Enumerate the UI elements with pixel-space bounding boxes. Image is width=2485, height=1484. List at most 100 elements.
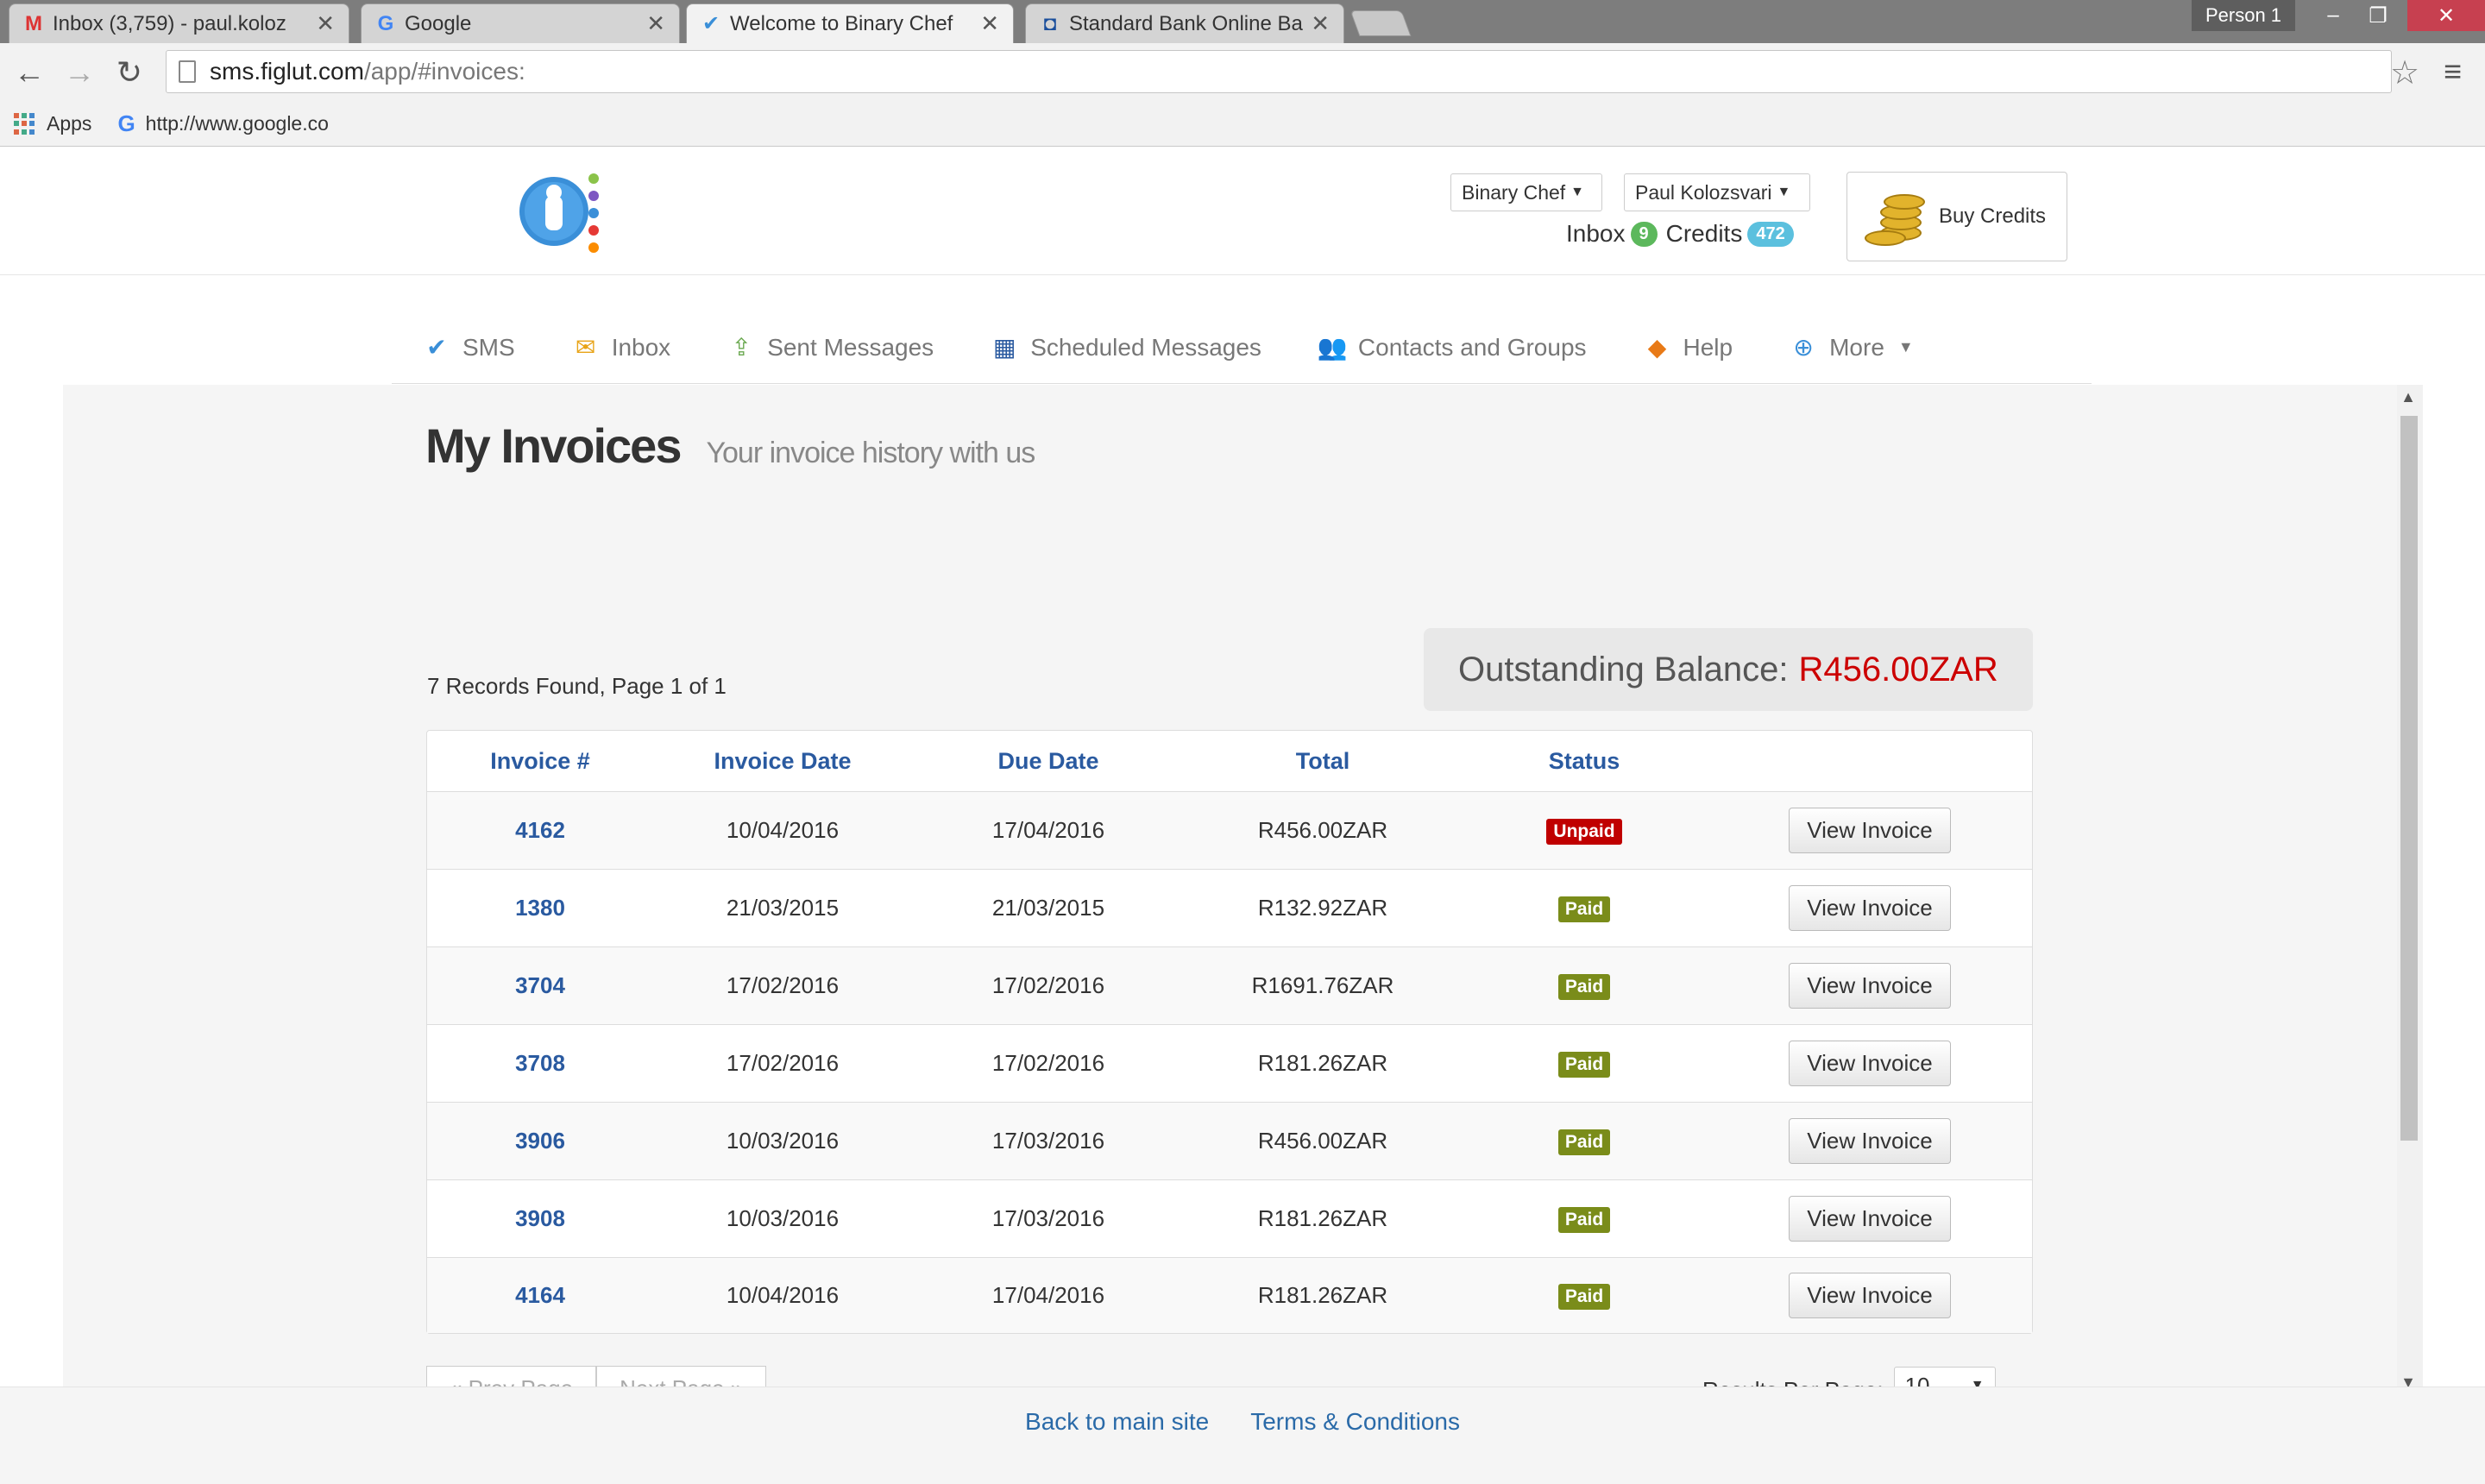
back-to-main-site-link[interactable]: Back to main site (1025, 1408, 1209, 1484)
tab-title: Google (405, 11, 472, 35)
close-icon[interactable]: ✕ (980, 10, 999, 37)
tab-gmail[interactable]: M Inbox (3,759) - paul.koloz ✕ (9, 3, 349, 43)
scrollbar[interactable]: ▲ ▼ (2397, 385, 2423, 1393)
invoice-number-link[interactable]: 3908 (515, 1205, 565, 1231)
view-invoice-button[interactable]: View Invoice (1789, 1118, 1951, 1164)
invoice-number-link[interactable]: 3704 (515, 972, 565, 998)
invoice-number-link[interactable]: 1380 (515, 895, 565, 921)
new-tab-button[interactable] (1349, 10, 1412, 36)
bookmark-label: Apps (47, 112, 92, 135)
column-header[interactable]: Status (1461, 748, 1708, 775)
user-dropdown-label: Paul Kolozsvari (1635, 180, 1772, 204)
view-invoice-button[interactable]: View Invoice (1789, 1196, 1951, 1242)
invoice-number-link[interactable]: 3906 (515, 1128, 565, 1154)
nav-help[interactable]: ◆ Help (1640, 332, 1733, 363)
tab-title: Welcome to Binary Chef (730, 11, 953, 35)
balance-amount: R456.00ZAR (1798, 650, 1998, 689)
browser-tab-bar: M Inbox (3,759) - paul.koloz ✕ G Google … (0, 0, 2485, 43)
nav-label: Help (1683, 333, 1733, 361)
invoice-date: 17/02/2016 (726, 972, 840, 998)
url-host: sms.figlut.com (210, 58, 364, 85)
close-icon[interactable]: ✕ (646, 10, 665, 37)
back-arrow-icon[interactable]: ← (10, 53, 48, 91)
figlut-logo[interactable] (518, 170, 604, 256)
inbox-link[interactable]: Inbox (1566, 220, 1626, 248)
view-invoice-button[interactable]: View Invoice (1789, 1041, 1951, 1086)
invoice-date: 10/04/2016 (726, 817, 840, 843)
google-icon: G (377, 11, 394, 35)
tab-standard-bank[interactable]: ◘ Standard Bank Online Ban ✕ (1025, 3, 1344, 43)
table-header: Invoice # Invoice Date Due Date Total St… (427, 731, 2032, 791)
nav-more[interactable]: ⊕ More ▼ (1786, 332, 1914, 363)
nav-contacts-groups[interactable]: 👥 Contacts and Groups (1315, 332, 1587, 363)
table-row: 3906 10/03/2016 17/03/2016 R456.00ZAR Pa… (427, 1102, 2032, 1179)
buy-credits-button[interactable]: Buy Credits (1846, 172, 2067, 261)
tab-google[interactable]: G Google ✕ (361, 3, 680, 43)
nav-sent-messages[interactable]: ⇪ Sent Messages (724, 332, 934, 363)
column-header[interactable]: Total (1185, 748, 1461, 775)
bookmark-star-icon[interactable]: ☆ (2390, 53, 2419, 92)
google-icon: G (117, 110, 135, 136)
invoice-total: R181.26ZAR (1257, 1282, 1388, 1308)
restore-icon[interactable]: ❐ (2354, 0, 2402, 31)
due-date: 17/02/2016 (991, 1050, 1105, 1076)
tab-title: Standard Bank Online Ban (1069, 11, 1305, 35)
help-tag-icon: ◆ (1647, 334, 1667, 361)
terms-conditions-link[interactable]: Terms & Conditions (1250, 1408, 1460, 1484)
envelope-icon: ✉ (575, 334, 596, 361)
invoice-number-link[interactable]: 3708 (515, 1050, 565, 1076)
nav-sms[interactable]: ✔ SMS (392, 332, 514, 363)
due-date: 21/03/2015 (991, 895, 1105, 921)
caret-down-icon: ▼ (1570, 185, 1585, 199)
view-invoice-button[interactable]: View Invoice (1789, 885, 1951, 931)
scrollbar-thumb[interactable] (2400, 416, 2418, 1141)
inbox-credits: Inbox 9 Credits 472 (1566, 220, 1802, 248)
address-bar[interactable]: sms.figlut.com/app/#invoices: (166, 50, 2392, 93)
reload-icon[interactable]: ↻ (110, 53, 148, 91)
forward-arrow-icon[interactable]: → (60, 53, 98, 91)
due-date: 17/03/2016 (991, 1128, 1105, 1154)
close-icon[interactable]: ✕ (1311, 10, 1330, 37)
close-icon[interactable]: ✕ (316, 10, 335, 37)
hamburger-menu-icon[interactable]: ≡ (2444, 53, 2462, 90)
minimize-icon[interactable]: – (2309, 0, 2357, 31)
account-dropdown[interactable]: Binary Chef ▼ (1450, 173, 1602, 211)
column-header[interactable]: Due Date (912, 748, 1185, 775)
buy-credits-label: Buy Credits (1939, 204, 2047, 228)
tab-binary-chef[interactable]: ✔ Welcome to Binary Chef ✕ (686, 3, 1014, 43)
invoice-number-link[interactable]: 4164 (515, 1282, 565, 1308)
window-close-icon[interactable]: ✕ (2407, 0, 2485, 31)
nav-label: Contacts and Groups (1357, 333, 1587, 361)
records-summary: 7 Records Found, Page 1 of 1 (427, 673, 727, 699)
caret-down-icon: ▼ (1897, 338, 1914, 355)
bookmark-google[interactable]: G http://www.google.co (117, 110, 328, 137)
nav-inbox[interactable]: ✉ Inbox (569, 332, 671, 363)
invoice-total: R1691.76ZAR (1251, 972, 1394, 998)
table-row: 4164 10/04/2016 17/04/2016 R181.26ZAR Pa… (427, 1257, 2032, 1333)
title-row: My Invoices Your invoice history with us (425, 418, 1035, 474)
plus-circle-icon: ⊕ (1793, 334, 1814, 361)
outstanding-balance: Outstanding Balance: R456.00ZAR (1424, 628, 2033, 711)
credits-link[interactable]: Credits (1666, 220, 1743, 248)
view-invoice-button[interactable]: View Invoice (1789, 808, 1951, 853)
user-dropdown[interactable]: Paul Kolozsvari ▼ (1624, 173, 1810, 211)
invoices-table: Invoice # Invoice Date Due Date Total St… (426, 730, 2033, 1334)
nav-label: Scheduled Messages (1030, 333, 1261, 361)
table-row: 3704 17/02/2016 17/02/2016 R1691.76ZAR P… (427, 946, 2032, 1024)
invoice-number-link[interactable]: 4162 (515, 817, 565, 843)
sms-check-icon: ✔ (426, 334, 447, 361)
view-invoice-button[interactable]: View Invoice (1789, 963, 1951, 1009)
profile-button[interactable]: Person 1 (2192, 0, 2295, 31)
column-header[interactable]: Invoice Date (653, 748, 912, 775)
bookmark-apps[interactable]: Apps (14, 112, 91, 135)
invoice-total: R132.92ZAR (1257, 895, 1388, 921)
scroll-up-arrow-icon[interactable]: ▲ (2400, 388, 2416, 406)
view-invoice-button[interactable]: View Invoice (1789, 1273, 1951, 1318)
status-badge: Paid (1557, 896, 1611, 922)
column-header[interactable]: Invoice # (427, 748, 653, 775)
calendar-icon: ▦ (992, 334, 1016, 361)
sent-tray-icon: ⇪ (731, 334, 752, 361)
apps-grid-icon (14, 112, 36, 135)
nav-label: Inbox (611, 333, 671, 361)
nav-scheduled-messages[interactable]: ▦ Scheduled Messages (987, 332, 1261, 363)
